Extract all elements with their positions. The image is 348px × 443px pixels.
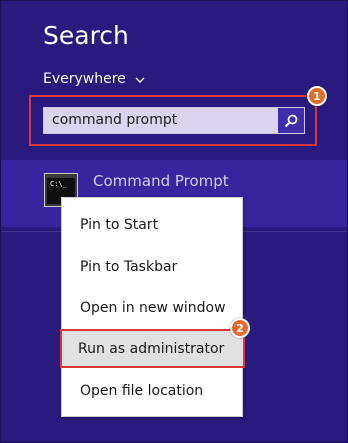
context-menu: Pin to Start Pin to Taskbar Open in new … [60,197,245,417]
search-input[interactable] [44,108,278,133]
menu-item-open-file-location[interactable]: Open file location [62,371,242,410]
menu-item-run-as-administrator[interactable]: Run as administrator [60,329,245,368]
search-charm: Search Everywhere 1 C:\_ Command Prompt … [0,0,348,443]
menu-item-pin-to-start[interactable]: Pin to Start [62,205,242,244]
search-scope-selector[interactable]: Everywhere [43,71,146,87]
command-prompt-icon-text: C:\_ [50,180,67,188]
search-box [43,107,305,134]
search-result-label: Command Prompt [93,172,229,190]
menu-item-open-in-new-window[interactable]: Open in new window [62,288,242,327]
search-scope-label: Everywhere [43,71,126,87]
step-badge-2: 2 [230,318,250,338]
search-button[interactable] [278,108,304,133]
magnifier-icon [284,114,298,127]
menu-item-pin-to-taskbar[interactable]: Pin to Taskbar [62,247,242,286]
chevron-down-icon [135,77,145,83]
pane-title: Search [43,21,129,50]
step-badge-1: 1 [307,86,327,106]
